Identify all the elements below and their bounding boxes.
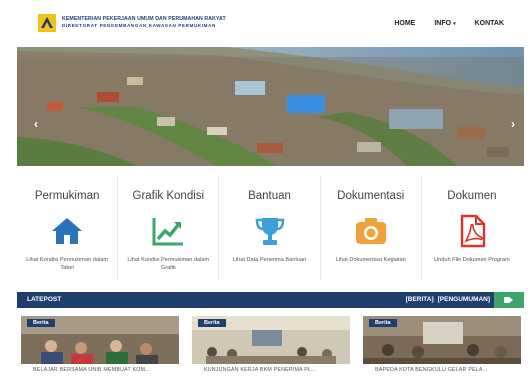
news-title: BELAJAR BERSAMA UNIB MEMBUAT KOM... xyxy=(33,367,151,373)
nav-kontak[interactable]: KONTAK xyxy=(475,20,504,27)
feature-permukiman[interactable]: Permukiman Lihat Kondisi Permukiman dala… xyxy=(17,176,119,280)
feature-menu: Permukiman Lihat Kondisi Permukiman dala… xyxy=(17,176,522,280)
chart-trend-icon xyxy=(152,218,184,246)
camera-icon xyxy=(355,218,386,244)
feature-title: Permukiman xyxy=(34,190,100,202)
chevron-down-icon: ▾ xyxy=(453,21,456,27)
latest-toggle-button[interactable] xyxy=(494,292,524,308)
ministry-logo-icon[interactable] xyxy=(38,14,56,32)
brand-ministry: KEMENTERIAN PEKERJAAN UMUM DAN PERUMAHAN… xyxy=(62,16,226,22)
feature-bantuan[interactable]: Bantuan Lihat Data Penerima Bantuan xyxy=(219,176,321,280)
feature-title: Dokumen xyxy=(447,190,497,202)
main-nav: HOME INFO ▾ KONTAK xyxy=(394,20,504,27)
news-title: KUNJUNGAN KERJA BKM PENERIMA PL... xyxy=(204,367,317,373)
trophy-icon xyxy=(255,218,284,245)
feature-title: Dokumentasi xyxy=(337,190,405,202)
site-header: KEMENTERIAN PEKERJAAN UMUM DAN PERUMAHAN… xyxy=(14,0,524,46)
latest-post-label: LATEPOST xyxy=(27,296,62,303)
news-title: BAPEDA KOTA BENGKULU GELAR PELA... xyxy=(375,367,488,373)
latest-post-filters: [BERITA] [PENGUMUMAN] xyxy=(406,296,490,303)
tag-icon xyxy=(504,297,513,303)
nav-home[interactable]: HOME xyxy=(394,20,415,27)
news-category-badge: Berita xyxy=(198,319,226,327)
nav-info[interactable]: INFO ▾ xyxy=(434,20,455,27)
carousel-next-button[interactable]: › xyxy=(508,117,518,131)
pdf-file-icon xyxy=(460,214,486,248)
feature-description: Unduh File Dokumen Program xyxy=(434,257,510,263)
latest-post-bar: LATEPOST [BERITA] [PENGUMUMAN] xyxy=(17,292,524,308)
carousel-prev-button[interactable]: ‹ xyxy=(31,117,41,131)
news-category-badge: Berita xyxy=(27,319,55,327)
brand-directorate: DIREKTORAT PENGEMBANGAN KAWASAN PERMUKIM… xyxy=(62,23,216,28)
news-card[interactable]: Berita KUNJUNGAN KERJA BKM PENERIMA PL..… xyxy=(192,316,350,378)
news-card[interactable]: Berita BAPEDA KOTA BENGKULU GELAR PELA..… xyxy=(363,316,521,378)
feature-dokumen[interactable]: Dokumen Unduh File Dokumen Program xyxy=(422,176,522,280)
filter-berita-link[interactable]: [BERITA] xyxy=(406,296,434,303)
feature-description: Lihat Data Penerima Bantuan xyxy=(232,257,307,263)
feature-description: Lihat Kondisi Permukiman dalam Tabel xyxy=(26,257,108,271)
feature-grafik-kondisi[interactable]: Grafik Kondisi Lihat Kondisi Permukiman … xyxy=(118,176,220,280)
feature-title: Grafik Kondisi xyxy=(132,190,205,202)
home-icon xyxy=(52,218,83,244)
news-list: Berita BELAJAR BERSAMA UNIB MEMBUAT KOM.… xyxy=(17,316,524,378)
feature-description: Lihat Kondisi Permukiman dalam Grafik xyxy=(127,257,210,271)
feature-description: Lihat Dokumentasi Kegiatan xyxy=(335,257,406,263)
filter-pengumuman-link[interactable]: [PENGUMUMAN] xyxy=(438,296,490,303)
page: KEMENTERIAN PEKERJAAN UMUM DAN PERUMAHAN… xyxy=(14,0,524,378)
hero-carousel[interactable]: ‹ › xyxy=(17,47,524,166)
hero-aerial-image xyxy=(17,47,524,166)
news-card[interactable]: Berita BELAJAR BERSAMA UNIB MEMBUAT KOM.… xyxy=(21,316,179,378)
news-category-badge: Berita xyxy=(369,319,397,327)
brand-text: KEMENTERIAN PEKERJAAN UMUM DAN PERUMAHAN… xyxy=(62,16,302,29)
feature-title: Bantuan xyxy=(248,190,291,202)
feature-dokumentasi[interactable]: Dokumentasi Lihat Dokumentasi Kegiatan xyxy=(321,176,422,280)
